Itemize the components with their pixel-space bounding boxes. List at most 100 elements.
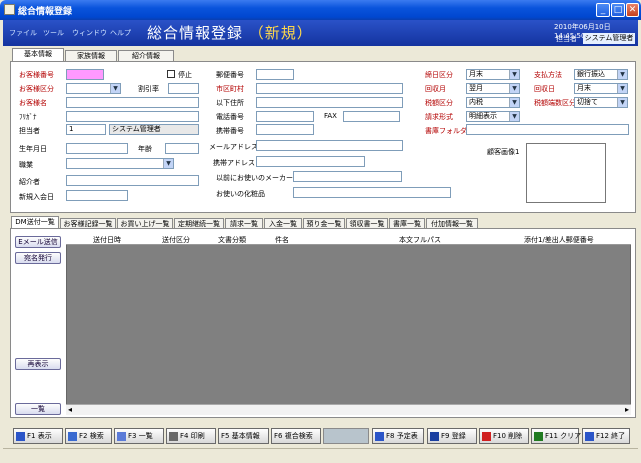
col-header[interactable]: 本文フルパス bbox=[399, 235, 441, 245]
collect-day-label: 回収日 bbox=[534, 85, 555, 93]
occupation-label: 職業 bbox=[19, 161, 33, 169]
postal-label: 郵便番号 bbox=[216, 71, 244, 79]
prev-maker-label: 以前にお使いのメーカー bbox=[216, 174, 293, 182]
f11-clear-button[interactable]: F11 クリア bbox=[531, 428, 581, 444]
menu-file[interactable]: ファイル bbox=[9, 28, 37, 38]
f3-list-button[interactable]: F3 一覧 bbox=[114, 428, 164, 444]
save-icon bbox=[430, 431, 439, 441]
pay-method-select[interactable]: 銀行振込 ▼ bbox=[574, 69, 628, 80]
close-type-label: 締日区分 bbox=[425, 71, 453, 79]
f5-basic-info-button[interactable]: F5 基本情報 bbox=[218, 428, 269, 444]
label-print-button[interactable]: 宛名発行 bbox=[15, 252, 61, 264]
customer-image[interactable] bbox=[526, 143, 606, 203]
col-header[interactable]: 件名 bbox=[275, 235, 289, 245]
f7-disabled-button bbox=[323, 428, 369, 444]
introducer-field[interactable] bbox=[66, 175, 199, 186]
delete-icon bbox=[482, 431, 491, 441]
tab-basic-info[interactable]: 基本情報 bbox=[12, 48, 64, 62]
col-header[interactable]: 添付1/差出人郵便番号 bbox=[524, 235, 594, 245]
menu-window[interactable]: ウィンドウ bbox=[72, 28, 107, 38]
age-label: 年齢 bbox=[138, 145, 152, 153]
f9-register-button[interactable]: F9 登録 bbox=[427, 428, 477, 444]
age-field[interactable] bbox=[165, 143, 199, 154]
occupation-select[interactable]: ▼ bbox=[66, 158, 174, 169]
staff-label: 担当者 bbox=[19, 127, 40, 135]
mobile-field[interactable] bbox=[256, 124, 314, 135]
cosmetics-field[interactable] bbox=[293, 187, 451, 198]
f8-schedule-button[interactable]: F8 予定表 bbox=[372, 428, 424, 444]
clear-icon bbox=[534, 431, 543, 441]
collect-month-select[interactable]: 翌月 ▼ bbox=[466, 83, 520, 94]
chevron-down-icon: ▼ bbox=[509, 112, 519, 121]
exit-icon bbox=[585, 431, 594, 441]
address2-field[interactable] bbox=[256, 97, 403, 108]
app-icon bbox=[4, 4, 15, 15]
minimize-icon[interactable]: _ bbox=[596, 3, 610, 17]
chevron-down-icon: ▼ bbox=[509, 84, 519, 93]
email-send-button[interactable]: Eメール送信 bbox=[15, 236, 61, 248]
f1-display-button[interactable]: F1 表示 bbox=[13, 428, 63, 444]
dm-grid[interactable] bbox=[66, 234, 631, 415]
close-type-select[interactable]: 月末 ▼ bbox=[466, 69, 520, 80]
doc-folder-label: 書庫フォルダ bbox=[425, 127, 467, 135]
scroll-left-icon[interactable]: ◂ bbox=[68, 405, 72, 414]
user-name: システム管理者 bbox=[583, 33, 635, 44]
birthday-field[interactable] bbox=[66, 143, 128, 154]
customer-name-label: お客様名 bbox=[19, 99, 47, 107]
calendar-icon bbox=[375, 431, 384, 441]
chevron-down-icon: ▼ bbox=[509, 70, 519, 79]
maximize-icon[interactable]: □ bbox=[611, 3, 625, 17]
tax-round-select[interactable]: 切捨て ▼ bbox=[574, 97, 628, 108]
col-header[interactable]: 送付日時 bbox=[93, 235, 121, 245]
address2-label: 以下住所 bbox=[216, 99, 244, 107]
close-icon[interactable]: ✕ bbox=[626, 3, 639, 17]
list-button[interactable]: 一覧 bbox=[15, 403, 61, 415]
mobile-label: 携帯番号 bbox=[216, 127, 244, 135]
tax-type-label: 税額区分 bbox=[425, 99, 453, 107]
customer-type-select[interactable]: ▼ bbox=[66, 83, 121, 94]
tax-type-select[interactable]: 内税 ▼ bbox=[466, 97, 520, 108]
city-field[interactable] bbox=[256, 83, 403, 94]
window-title: 総合情報登録 bbox=[18, 7, 73, 17]
email-field[interactable] bbox=[256, 140, 403, 151]
join-date-field[interactable] bbox=[66, 190, 128, 201]
col-header[interactable]: 送付区分 bbox=[162, 235, 190, 245]
customer-no-field[interactable] bbox=[66, 69, 104, 80]
f12-exit-button[interactable]: F12 終了 bbox=[582, 428, 630, 444]
collect-day-select[interactable]: 月末 ▼ bbox=[574, 83, 628, 94]
discount-field[interactable] bbox=[168, 83, 199, 94]
discount-label: 割引率 bbox=[138, 85, 159, 93]
phone-field[interactable] bbox=[256, 111, 314, 122]
email-label: メールアドレス bbox=[209, 143, 258, 151]
kana-field[interactable] bbox=[66, 111, 199, 122]
invoice-type-select[interactable]: 明細表示 ▼ bbox=[466, 111, 520, 122]
redisplay-button[interactable]: 再表示 bbox=[15, 358, 61, 370]
fax-field[interactable] bbox=[343, 111, 400, 122]
app-header: ファイル ツール ウィンドウ ヘルプ 総合情報登録 （新規） 2010年06月1… bbox=[3, 20, 638, 46]
customer-no-label: お客様番号 bbox=[19, 71, 54, 79]
join-date-label: 新規入会日 bbox=[19, 193, 54, 201]
collect-month-label: 回収月 bbox=[425, 85, 446, 93]
f4-print-button[interactable]: F4 印刷 bbox=[166, 428, 216, 444]
grid-header: 送付日時 送付区分 文書分類 件名 本文フルパス 添付1/差出人郵便番号 bbox=[66, 234, 631, 245]
status-bar bbox=[3, 448, 638, 460]
scroll-right-icon[interactable]: ▸ bbox=[625, 405, 629, 414]
staff-code-field[interactable]: 1 bbox=[66, 124, 106, 135]
postal-field[interactable] bbox=[256, 69, 294, 80]
stop-checkbox[interactable] bbox=[167, 70, 175, 78]
f10-delete-button[interactable]: F10 削除 bbox=[479, 428, 529, 444]
f6-compound-search-button[interactable]: F6 複合検索 bbox=[271, 428, 321, 444]
mobile-email-field[interactable] bbox=[256, 156, 365, 167]
menu-tools[interactable]: ツール bbox=[43, 28, 64, 38]
doc-folder-field[interactable] bbox=[466, 124, 629, 135]
col-header[interactable]: 文書分類 bbox=[218, 235, 246, 245]
customer-type-label: お客様区分 bbox=[19, 85, 54, 93]
search-icon bbox=[68, 431, 77, 441]
horizontal-scrollbar[interactable]: ◂ ▸ bbox=[66, 404, 631, 415]
f2-search-button[interactable]: F2 検索 bbox=[65, 428, 112, 444]
menu-help[interactable]: ヘルプ bbox=[110, 28, 131, 38]
tax-round-label: 税額端数区分 bbox=[534, 99, 576, 107]
customer-name-field[interactable] bbox=[66, 97, 199, 108]
prev-maker-field[interactable] bbox=[293, 171, 402, 182]
cosmetics-label: お使いの化粧品 bbox=[216, 190, 265, 198]
